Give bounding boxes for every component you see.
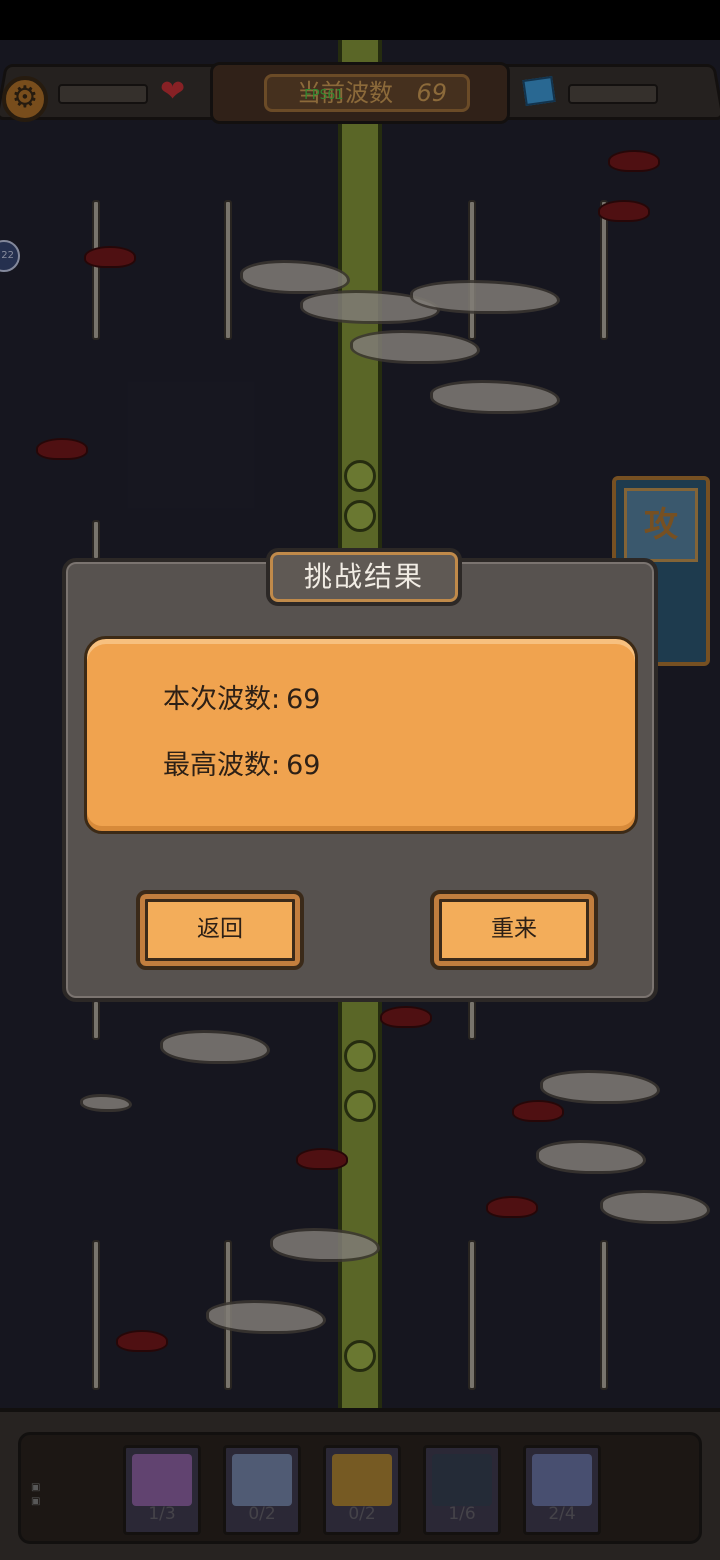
challenge-result-dialog: 挑战结果 本次波数: 69 最高波数: 69 返回 重来	[62, 548, 658, 1002]
current-wave-value: 69	[286, 684, 321, 715]
best-wave-label: 最高波数:	[163, 750, 281, 781]
best-wave-line: 最高波数: 69	[163, 743, 320, 782]
dialog-title: 挑战结果	[266, 548, 462, 606]
current-wave-line: 本次波数: 69	[163, 677, 320, 716]
result-panel: 本次波数: 69 最高波数: 69	[84, 636, 638, 834]
back-button[interactable]: 返回	[136, 890, 304, 970]
retry-button[interactable]: 重来	[430, 890, 598, 970]
current-wave-label: 本次波数:	[163, 684, 281, 715]
best-wave-value: 69	[286, 750, 321, 781]
